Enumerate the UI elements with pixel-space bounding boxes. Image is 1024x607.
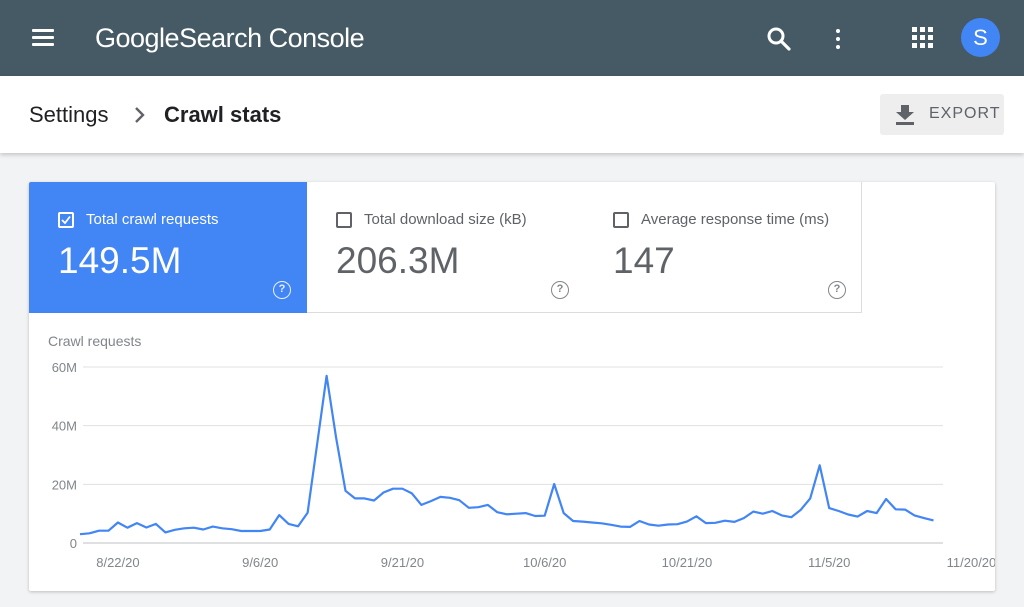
apps-button[interactable] xyxy=(912,27,934,49)
crawl-stats-card: Total crawl requests 149.5M ? Total down… xyxy=(29,182,995,591)
x-tick-label: 10/21/20 xyxy=(662,555,713,570)
apps-grid-icon xyxy=(928,43,933,48)
page-title: Crawl stats xyxy=(164,102,282,127)
x-tick-label: 10/6/20 xyxy=(523,555,566,570)
series-line[interactable] xyxy=(79,374,934,536)
x-tick-label: 9/6/20 xyxy=(242,555,278,570)
apps-grid-icon xyxy=(920,27,925,32)
apps-grid-icon xyxy=(928,35,933,40)
chevron-right-icon xyxy=(135,107,145,123)
x-tick-label: 8/22/20 xyxy=(96,555,139,570)
apps-grid-icon xyxy=(920,35,925,40)
y-tick-label: 20M xyxy=(52,477,77,492)
menu-icon xyxy=(32,43,54,46)
more-vert-icon xyxy=(836,29,840,33)
more-vert-icon xyxy=(836,37,840,41)
y-tick-label: 40M xyxy=(52,419,77,434)
download-icon xyxy=(896,105,914,125)
menu-button[interactable] xyxy=(28,24,58,52)
breadcrumb-settings[interactable]: Settings xyxy=(29,102,109,128)
apps-grid-icon xyxy=(912,35,917,40)
more-options-button[interactable] xyxy=(826,24,850,54)
crawl-requests-chart: 0 20M 40M 60M 8/22/20 9/6/20 9/21/20 10/6/20 10… xyxy=(52,360,995,570)
search-button[interactable] xyxy=(764,24,794,54)
app-logo[interactable]: GoogleSearch Console xyxy=(95,20,365,56)
apps-grid-icon xyxy=(912,27,917,32)
apps-grid-icon xyxy=(928,27,933,32)
menu-icon xyxy=(32,29,54,32)
x-tick-label: 11/5/20 xyxy=(808,555,850,570)
more-vert-icon xyxy=(836,45,840,49)
x-tick-label: 11/20/20 xyxy=(947,555,995,570)
chart-series xyxy=(79,374,934,536)
brand-product: Search Console xyxy=(179,23,365,53)
brand-google: Google xyxy=(95,23,180,53)
search-icon xyxy=(767,27,791,51)
apps-grid-icon xyxy=(912,43,917,48)
avatar[interactable]: S xyxy=(961,18,1000,57)
page-header: Settings Crawl stats EXPORT xyxy=(0,76,1024,153)
export-label: EXPORT xyxy=(929,105,1001,122)
y-tick-label: 0 xyxy=(70,536,77,551)
export-button[interactable]: EXPORT xyxy=(880,94,1004,135)
menu-icon xyxy=(32,36,54,39)
chart-grid xyxy=(83,366,943,544)
y-axis-ticks: 0 20M 40M 60M xyxy=(52,360,77,551)
apps-grid-icon xyxy=(920,43,925,48)
x-tick-label: 9/21/20 xyxy=(381,555,424,570)
app-bar: GoogleSearch Console S xyxy=(0,0,1024,76)
y-tick-label: 60M xyxy=(52,360,77,375)
x-axis-ticks: 8/22/20 9/6/20 9/21/20 10/6/20 10/21/20 11/5/… xyxy=(96,555,995,570)
